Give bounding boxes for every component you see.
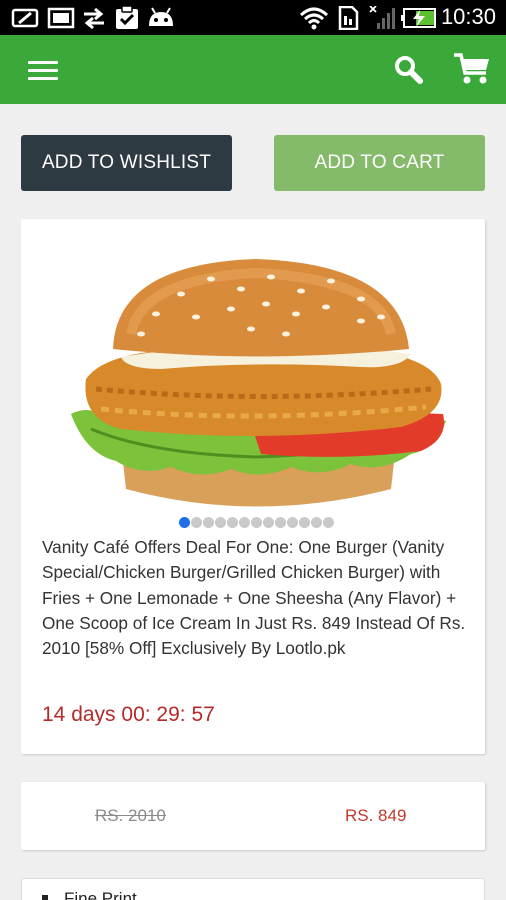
add-to-cart-button[interactable]: ADD TO CART bbox=[274, 135, 485, 191]
carousel-dot[interactable] bbox=[191, 517, 202, 528]
carousel-dot[interactable] bbox=[275, 517, 286, 528]
carousel-dot[interactable] bbox=[263, 517, 274, 528]
fine-print-section[interactable]: Fine Print bbox=[21, 878, 485, 900]
carousel-dot[interactable] bbox=[323, 517, 334, 528]
screen-rotate-icon bbox=[11, 8, 39, 28]
android-icon bbox=[149, 7, 173, 26]
product-card: Vanity Café Offers Deal For One: One Bur… bbox=[21, 219, 485, 754]
status-bar: 10:30 bbox=[0, 0, 506, 35]
carousel-dot[interactable] bbox=[239, 517, 250, 528]
sim-icon bbox=[338, 6, 359, 30]
carousel-dot[interactable] bbox=[287, 517, 298, 528]
product-description: Vanity Café Offers Deal For One: One Bur… bbox=[42, 537, 466, 659]
burger-icon[interactable] bbox=[61, 239, 451, 529]
carousel-dot[interactable] bbox=[299, 517, 310, 528]
signal-off-icon bbox=[369, 6, 395, 29]
cart-icon[interactable] bbox=[452, 51, 492, 87]
carousel-dot-active[interactable] bbox=[179, 517, 190, 528]
clipboard-check-icon bbox=[116, 6, 138, 29]
fine-print-icon bbox=[42, 895, 48, 900]
image-icon bbox=[47, 7, 75, 29]
carousel-dot[interactable] bbox=[311, 517, 322, 528]
price-card: RS. 2010 RS. 849 bbox=[21, 782, 485, 850]
discounted-price: RS. 849 bbox=[345, 806, 407, 825]
carousel-dot[interactable] bbox=[227, 517, 238, 528]
carousel-dot[interactable] bbox=[203, 517, 214, 528]
original-price: RS. 2010 bbox=[95, 806, 166, 825]
menu-icon[interactable] bbox=[24, 57, 64, 83]
carousel-indicator[interactable] bbox=[179, 517, 334, 529]
clock-time: 10:30 bbox=[440, 4, 496, 29]
carousel-dot[interactable] bbox=[215, 517, 226, 528]
carousel-dot[interactable] bbox=[251, 517, 262, 528]
add-to-wishlist-button[interactable]: ADD TO WISHLIST bbox=[21, 135, 232, 191]
countdown-timer: 14 days 00: 29: 57 bbox=[42, 703, 215, 726]
battery-charging-icon bbox=[401, 8, 436, 28]
search-icon[interactable] bbox=[392, 53, 426, 87]
sync-arrows-icon bbox=[84, 7, 104, 30]
wifi-icon bbox=[299, 7, 329, 30]
fine-print-label: Fine Print bbox=[64, 889, 137, 900]
app-bar bbox=[0, 35, 506, 104]
